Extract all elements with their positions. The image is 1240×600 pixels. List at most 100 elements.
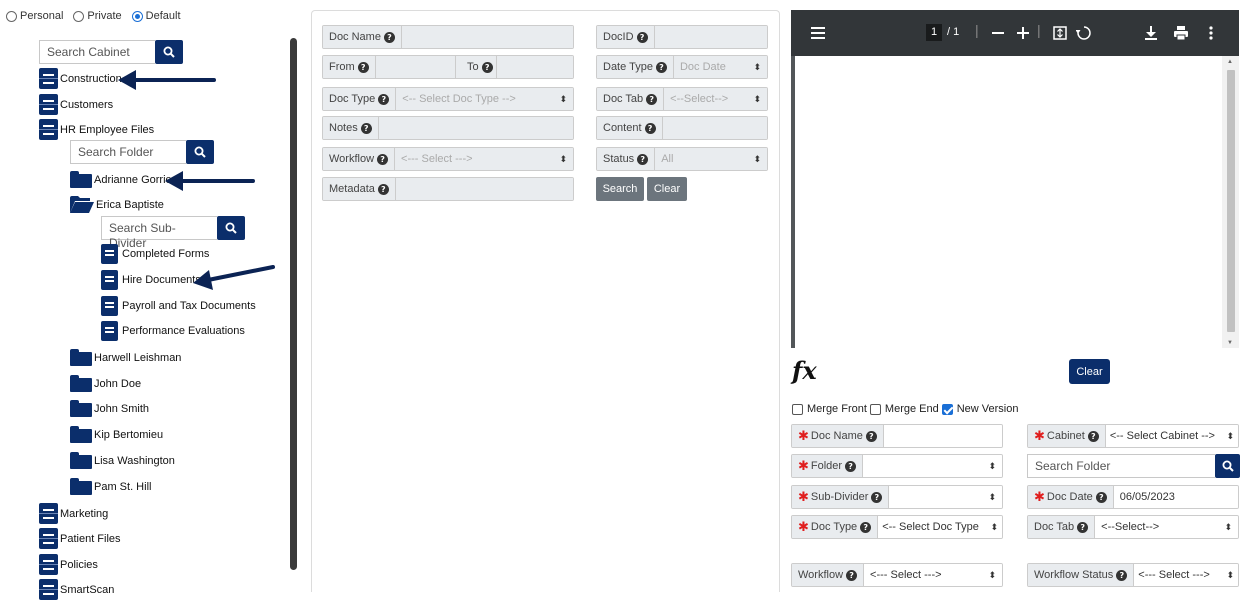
index-doc-type-select[interactable]: ✱ Doc Type? <-- Select Doc Type ⬍ [791,515,1003,539]
tree-cabinet-customers[interactable]: Customers [39,94,113,115]
print-icon[interactable] [1174,26,1188,40]
index-workflow-status-select[interactable]: Workflow Status? <--- Select ---> ⬍ [1027,563,1239,587]
pdf-scrollbar[interactable]: ▲ ▼ [1222,56,1239,348]
download-icon[interactable] [1145,26,1157,40]
tree-cabinet-construction[interactable]: Construction [39,68,122,89]
scroll-down-icon[interactable]: ▼ [1227,340,1233,346]
tree-cabinet-smartscan[interactable]: SmartScan [39,579,114,600]
tree-folder-pam-st-hill[interactable]: Pam St. Hill [70,478,151,495]
subdivider-search-input[interactable]: Search Sub-Divider [101,216,217,250]
tree-cabinet-patient-files[interactable]: Patient Files [39,528,121,549]
help-icon[interactable]: ? [357,61,369,73]
cabinet-search-input[interactable]: Search Cabinet [39,40,155,64]
zoom-in-icon[interactable] [1017,27,1029,39]
tree-subdivider-hire-documents[interactable]: Hire Documents [101,270,201,290]
search-workflow-select[interactable]: Workflow? <--- Select ---> ⬍ [322,147,574,171]
pdf-scroll-thumb[interactable] [1227,70,1235,332]
help-icon[interactable]: ? [377,183,389,195]
folder-search-button[interactable] [186,140,214,164]
zoom-out-icon[interactable] [992,32,1004,34]
search-content-field[interactable]: Content? [596,116,768,140]
subdivider-search-button[interactable] [217,216,245,240]
search-docid-input[interactable] [654,26,767,48]
help-icon[interactable]: ? [1087,430,1099,442]
search-to-input[interactable] [495,56,573,78]
tree-subdivider-completed-forms[interactable]: Completed Forms [101,244,209,264]
tree-subdivider-performance-evaluations[interactable]: Performance Evaluations [101,321,245,341]
tree-folder-john-smith[interactable]: John Smith [70,400,149,417]
search-notes-field[interactable]: Notes? [322,116,574,140]
index-sub-divider-select[interactable]: ✱ Sub-Divider? ⬍ [791,485,1003,509]
merge-end-checkbox[interactable] [869,403,881,415]
index-workflow-select[interactable]: Workflow? <--- Select ---> ⬍ [791,563,1003,587]
help-icon[interactable]: ? [865,430,877,442]
search-metadata-input[interactable] [395,178,573,200]
index-folder-select[interactable]: ✱ Folder? ⬍ [791,454,1003,478]
more-options-icon[interactable] [1209,26,1213,40]
search-content-input[interactable] [662,117,767,139]
help-icon[interactable]: ? [481,61,493,73]
scroll-up-icon[interactable]: ▲ [1227,59,1233,65]
help-icon[interactable]: ? [377,153,389,165]
help-icon[interactable]: ? [360,122,372,134]
search-date-type-select[interactable]: Date Type? Doc Date ⬍ [596,55,768,79]
help-icon[interactable]: ? [646,93,658,105]
search-from-input[interactable] [375,56,456,78]
search-metadata-field[interactable]: Metadata? [322,177,574,201]
search-docid-field[interactable]: DocID? [596,25,768,49]
help-icon[interactable]: ? [636,31,648,43]
index-doc-date-field[interactable]: ✱ Doc Date? 06/05/2023 [1027,485,1239,509]
help-icon[interactable]: ? [846,569,858,581]
help-icon[interactable]: ? [871,491,883,503]
rotate-icon[interactable] [1076,25,1092,41]
radio-default[interactable] [131,10,143,22]
index-clear-button[interactable]: Clear [1069,359,1110,384]
help-icon[interactable]: ? [383,31,395,43]
folder-search-input[interactable]: Search Folder [70,140,186,164]
tree-cabinet-marketing[interactable]: Marketing [39,503,108,524]
search-doc-name-field[interactable]: Doc Name? [322,25,574,49]
tree-folder-adrianne-gorrie[interactable]: Adrianne Gorrie [70,171,172,188]
tree-cabinet-hr-employee-files[interactable]: HR Employee Files [39,119,154,140]
index-cabinet-select[interactable]: ✱ Cabinet? <-- Select Cabinet --> ⬍ [1027,424,1239,448]
tree-subdivider-payroll-tax[interactable]: Payroll and Tax Documents [101,296,256,316]
help-icon[interactable]: ? [1116,569,1128,581]
help-icon[interactable]: ? [644,122,656,134]
tree-folder-kip-bertomieu[interactable]: Kip Bertomieu [70,426,163,443]
help-icon[interactable]: ? [845,460,857,472]
index-folder-search-input[interactable]: Search Folder [1027,454,1215,478]
index-folder-search-button[interactable] [1215,454,1240,478]
index-doc-date-input[interactable]: 06/05/2023 [1113,486,1238,508]
new-version-checkbox[interactable] [941,403,953,415]
menu-icon[interactable] [811,27,825,39]
search-status-select[interactable]: Status? All ⬍ [596,147,768,171]
help-icon[interactable]: ? [655,61,667,73]
index-doc-tab-select[interactable]: Doc Tab? <--Select--> ⬍ [1027,515,1239,539]
tree-folder-erica-baptiste[interactable]: Erica Baptiste [70,196,164,214]
help-icon[interactable]: ? [860,521,872,533]
help-icon[interactable]: ? [1095,491,1107,503]
fit-page-icon[interactable] [1053,26,1067,40]
search-doc-type-select[interactable]: Doc Type? <-- Select Doc Type --> ⬍ [322,87,574,111]
clear-search-button[interactable]: Clear [647,177,687,201]
search-notes-input[interactable] [378,117,573,139]
index-doc-name-input[interactable] [883,425,1002,447]
index-doc-name-field[interactable]: ✱ Doc Name? [791,424,1003,448]
help-icon[interactable]: ? [378,93,390,105]
tree-folder-lisa-washington[interactable]: Lisa Washington [70,452,175,469]
radio-private[interactable] [73,10,85,22]
formula-fx-icon[interactable]: fx [792,356,817,385]
search-doc-tab-select[interactable]: Doc Tab? <--Select--> ⬍ [596,87,768,111]
tree-folder-harwell-leishman[interactable]: Harwell Leishman [70,349,181,366]
help-icon[interactable]: ? [1077,521,1089,533]
search-doc-name-input[interactable] [401,26,573,48]
tree-cabinet-policies[interactable]: Policies [39,554,98,575]
help-icon[interactable]: ? [637,153,649,165]
tree-folder-john-doe[interactable]: John Doe [70,375,141,392]
search-button[interactable]: Search [596,177,644,201]
cabinet-search-button[interactable] [155,40,183,64]
page-number-input[interactable]: 1 [926,24,942,41]
merge-front-checkbox[interactable] [792,403,803,415]
tree-scrollbar[interactable] [290,38,297,570]
radio-personal[interactable] [6,10,17,22]
